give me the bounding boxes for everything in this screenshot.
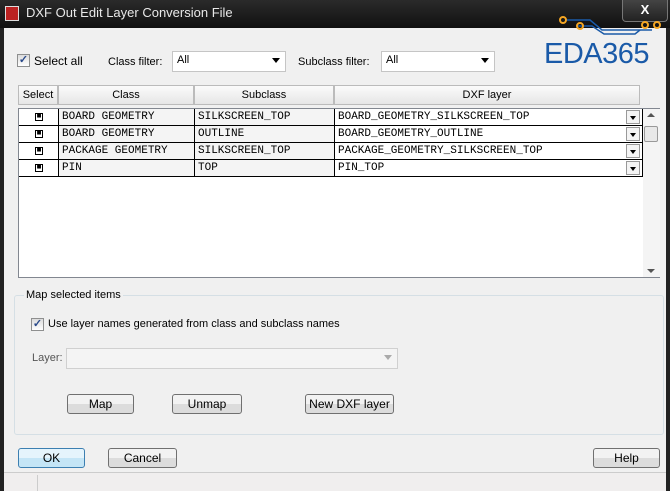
use-layer-names-label: Use layer names generated from class and…	[48, 318, 340, 330]
chevron-down-icon	[384, 355, 392, 360]
new-dxf-layer-button[interactable]: New DXF layer	[305, 394, 394, 414]
subclass-cell[interactable]: SILKSCREEN_TOP	[195, 143, 335, 160]
class-filter-combo[interactable]: All	[172, 51, 286, 72]
column-header-select[interactable]: Select	[18, 85, 58, 105]
dxf-layer-cell[interactable]: BOARD_GEOMETRY_SILKSCREEN_TOP	[335, 109, 643, 126]
vertical-scrollbar[interactable]	[643, 109, 660, 277]
select-cell[interactable]: ■	[19, 143, 59, 160]
class-filter-value: All	[177, 54, 190, 66]
subclass-text: SILKSCREEN_TOP	[198, 111, 291, 123]
status-bar	[4, 472, 666, 491]
dxf-layer-cell[interactable]: PIN_TOP	[335, 160, 643, 177]
row-select-checkbox[interactable]: ■	[35, 164, 43, 172]
table-row[interactable]: ■ BOARD GEOMETRY OUTLINE BOARD_GEOMETRY_OUT…	[19, 126, 643, 143]
subclass-filter-label: Subclass filter:	[298, 56, 370, 68]
scroll-up-icon[interactable]	[647, 113, 655, 117]
window-frame-left	[0, 28, 4, 491]
layer-label: Layer:	[32, 352, 63, 364]
logo-text: EDA365	[544, 38, 650, 70]
chevron-down-icon	[481, 58, 489, 63]
class-cell[interactable]: BOARD GEOMETRY	[59, 109, 195, 126]
class-filter-label: Class filter:	[108, 56, 163, 68]
dxf-layer-text: PACKAGE_GEOMETRY_SILKSCREEN_TOP	[338, 145, 543, 157]
table-row[interactable]: ■ BOARD GEOMETRY SILKSCREEN_TOP BOARD_GEOME…	[19, 109, 643, 126]
chevron-down-icon	[272, 58, 280, 63]
scroll-thumb[interactable]	[644, 126, 658, 142]
dxf-layer-text: BOARD_GEOMETRY_OUTLINE	[338, 128, 484, 140]
class-text: BOARD GEOMETRY	[62, 111, 155, 123]
dxf-layer-cell[interactable]: BOARD_GEOMETRY_OUTLINE	[335, 126, 643, 143]
subclass-text: TOP	[198, 162, 218, 174]
select-all-checkbox[interactable]: ✓	[17, 54, 30, 67]
row-select-checkbox[interactable]: ■	[35, 130, 43, 138]
select-all-label: Select all	[34, 54, 83, 68]
select-cell[interactable]: ■	[19, 160, 59, 177]
dxf-layer-dropdown-icon[interactable]	[626, 161, 640, 175]
column-header-class[interactable]: Class	[58, 85, 194, 105]
subclass-text: SILKSCREEN_TOP	[198, 145, 291, 157]
layer-combo[interactable]	[66, 348, 398, 369]
class-cell[interactable]: BOARD GEOMETRY	[59, 126, 195, 143]
dxf-layer-dropdown-icon[interactable]	[626, 144, 640, 158]
table-row[interactable]: ■ PIN TOP PIN_TOP	[19, 160, 643, 177]
group-title: Map selected items	[24, 289, 123, 301]
class-text: PIN	[62, 162, 82, 174]
row-select-checkbox[interactable]: ■	[35, 113, 43, 121]
dxf-layer-dropdown-icon[interactable]	[626, 110, 640, 124]
use-layer-names-checkbox[interactable]: ✓	[31, 318, 44, 331]
select-cell[interactable]: ■	[19, 109, 59, 126]
unmap-button[interactable]: Unmap	[172, 394, 242, 414]
class-text: PACKAGE GEOMETRY	[62, 145, 168, 157]
subclass-filter-value: All	[386, 54, 399, 66]
app-icon	[5, 6, 19, 21]
select-cell[interactable]: ■	[19, 126, 59, 143]
scroll-down-icon[interactable]	[647, 269, 655, 273]
cancel-button[interactable]: Cancel	[108, 448, 177, 468]
class-cell[interactable]: PACKAGE GEOMETRY	[59, 143, 195, 160]
layer-table: ■ BOARD GEOMETRY SILKSCREEN_TOP BOARD_GEOME…	[18, 108, 660, 278]
ok-button[interactable]: OK	[18, 448, 85, 468]
column-header-subclass[interactable]: Subclass	[194, 85, 334, 105]
logo-circuit-icon	[559, 16, 661, 35]
subclass-cell[interactable]: TOP	[195, 160, 335, 177]
dxf-layer-text: PIN_TOP	[338, 162, 385, 174]
class-text: BOARD GEOMETRY	[62, 128, 155, 140]
help-button[interactable]: Help	[593, 448, 660, 468]
window-title: DXF Out Edit Layer Conversion File	[26, 5, 233, 20]
subclass-text: OUTLINE	[198, 128, 245, 140]
map-button[interactable]: Map	[67, 394, 134, 414]
dxf-layer-dropdown-icon[interactable]	[626, 127, 640, 141]
class-cell[interactable]: PIN	[59, 160, 195, 177]
window-frame-right	[666, 28, 670, 491]
subclass-filter-combo[interactable]: All	[381, 51, 495, 72]
subclass-cell[interactable]: OUTLINE	[195, 126, 335, 143]
status-divider	[37, 475, 38, 491]
dxf-layer-text: BOARD_GEOMETRY_SILKSCREEN_TOP	[338, 111, 530, 123]
row-select-checkbox[interactable]: ■	[35, 147, 43, 155]
column-header-dxf-layer[interactable]: DXF layer	[334, 85, 640, 105]
dxf-layer-cell[interactable]: PACKAGE_GEOMETRY_SILKSCREEN_TOP	[335, 143, 643, 160]
table-row[interactable]: ■ PACKAGE GEOMETRY SILKSCREEN_TOP PACKAGE_G…	[19, 143, 643, 160]
subclass-cell[interactable]: SILKSCREEN_TOP	[195, 109, 335, 126]
